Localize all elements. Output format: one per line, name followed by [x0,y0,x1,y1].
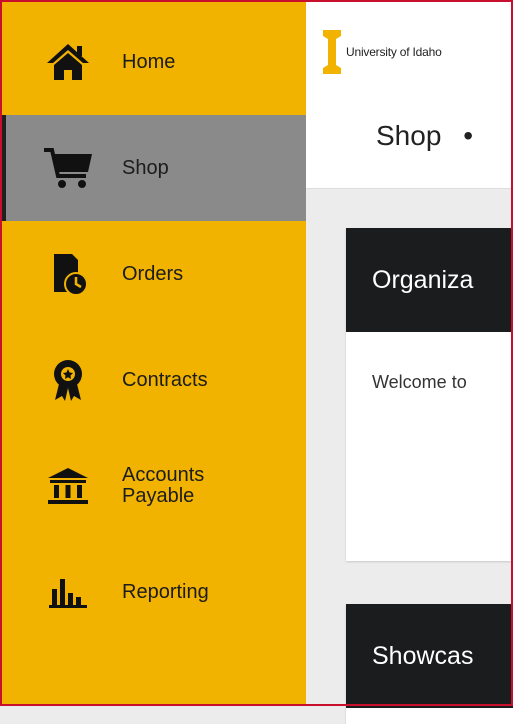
orders-clock-icon [42,250,94,298]
sidebar-item-label: Orders [122,262,184,285]
bar-chart-icon [42,568,94,616]
sidebar-item-contracts[interactable]: Contracts [0,327,306,433]
sidebar-item-home[interactable]: Home [0,9,306,115]
card-title: Organiza [346,228,513,332]
sidebar-item-label: Home [122,50,176,73]
home-icon [42,38,94,86]
organization-card: Organiza Welcome to [346,228,513,561]
idaho-logo-icon [322,30,342,74]
sidebar-item-reporting[interactable]: Reporting [0,539,306,645]
card-title: Showcas [346,604,513,708]
sidebar-nav: Home Shop Orders Contracts Accounts Paya… [0,0,306,706]
sidebar-item-label: Reporting [122,580,209,603]
sidebar-item-shop[interactable]: Shop [0,115,306,221]
sidebar-item-accounts-payable[interactable]: Accounts Payable [0,433,306,539]
page-header: Shop • [306,86,513,189]
breadcrumb-separator: • [463,120,473,151]
card-body-text: Welcome to [372,372,467,392]
university-logo[interactable]: University of Idaho [306,0,513,86]
sidebar-item-label: Shop [122,156,169,179]
sidebar-item-orders[interactable]: Orders [0,221,306,327]
breadcrumb: Shop • [376,120,473,152]
shopping-cart-icon [42,144,94,192]
sidebar-item-label: Accounts Payable [122,464,205,507]
logo-text: University of Idaho [346,45,442,59]
award-ribbon-icon [42,356,94,404]
bank-building-icon [42,462,94,510]
breadcrumb-shop[interactable]: Shop [376,120,441,151]
showcase-card: Showcas [346,604,513,724]
sidebar-item-label: Contracts [122,368,208,391]
